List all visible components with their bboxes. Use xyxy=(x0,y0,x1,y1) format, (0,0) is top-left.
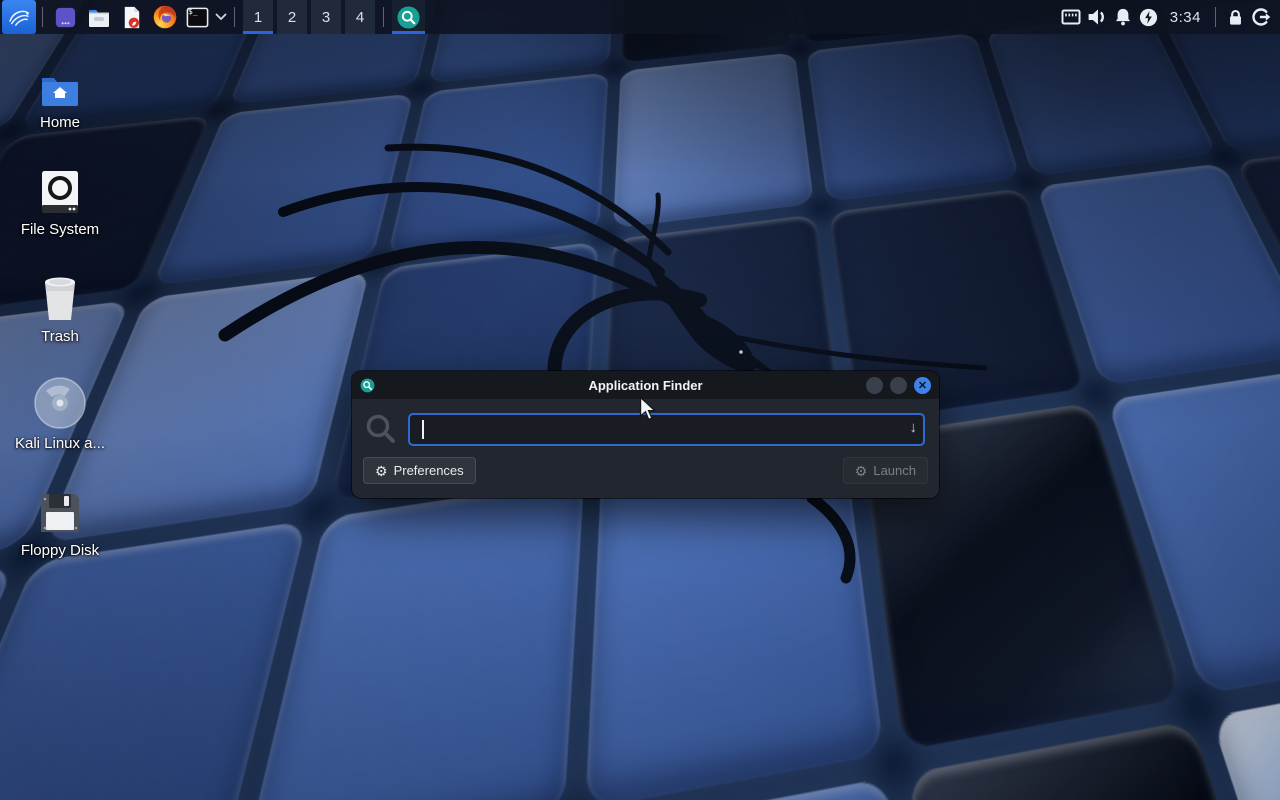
search-input[interactable] xyxy=(408,413,925,446)
hard-drive-icon xyxy=(39,169,81,215)
volume-icon xyxy=(1085,5,1109,29)
workspace-4[interactable]: 4 xyxy=(345,0,375,34)
logout-button[interactable] xyxy=(1248,0,1274,34)
clipboard-icon xyxy=(1060,6,1082,28)
gear-icon: ⚙ xyxy=(375,464,388,478)
desktop-icon-label: Trash xyxy=(41,328,79,345)
desktop-icon-home[interactable]: Home xyxy=(16,52,104,159)
kali-menu-icon xyxy=(6,4,32,30)
desktop-icon-file-system[interactable]: File System xyxy=(16,159,104,266)
clock[interactable]: 3:34 xyxy=(1162,0,1209,34)
maximize-button[interactable] xyxy=(890,377,907,394)
desktop-icon-floppy-disk[interactable]: Floppy Disk xyxy=(16,480,104,587)
terminal-prompt-glyph: $_ xyxy=(188,7,198,16)
close-button[interactable]: ✕ xyxy=(914,377,931,394)
launch-button[interactable]: ⚙ Launch xyxy=(843,457,928,484)
text-caret xyxy=(422,420,424,439)
terminal-dropdown-arrow[interactable] xyxy=(214,0,228,34)
desktop-icon-label: Home xyxy=(40,114,80,131)
workspace-2[interactable]: 2 xyxy=(277,0,307,34)
floppy-icon xyxy=(37,490,83,536)
desktop-icon-column: Home File System Trash xyxy=(16,52,104,587)
desktop-icon-label: Kali Linux a... xyxy=(15,435,105,452)
logout-icon xyxy=(1250,6,1272,28)
system-tray: 3:34 xyxy=(1058,0,1280,34)
kali-menu-button[interactable] xyxy=(2,0,36,34)
preferences-button[interactable]: ⚙ Preferences xyxy=(363,457,476,484)
chevron-down-icon xyxy=(215,13,227,21)
app-finder-window-icon xyxy=(360,378,375,393)
panel-separator xyxy=(1215,7,1216,27)
desktop-icon-trash[interactable]: Trash xyxy=(16,266,104,373)
workspace-1-label: 1 xyxy=(254,9,262,26)
bell-icon xyxy=(1112,6,1134,28)
desktop-screen: $_ 1 2 3 4 xyxy=(0,0,1280,800)
lock-icon xyxy=(1225,7,1246,28)
titlebar[interactable]: Application Finder ✕ xyxy=(352,371,939,399)
folder-icon xyxy=(86,4,112,30)
minimize-button[interactable] xyxy=(866,377,883,394)
panel-separator xyxy=(42,7,43,27)
panel-separator xyxy=(383,7,384,27)
magnifier-icon xyxy=(364,412,398,446)
launch-gear-icon: ⚙ xyxy=(855,464,868,478)
firefox-icon xyxy=(152,4,178,30)
workspace-2-label: 2 xyxy=(288,9,296,26)
desktop-icon-label: Floppy Disk xyxy=(21,542,99,559)
workspace-3-label: 3 xyxy=(322,9,330,26)
close-icon: ✕ xyxy=(918,379,927,392)
top-panel: $_ 1 2 3 4 xyxy=(0,0,1280,34)
lock-screen-button[interactable] xyxy=(1222,0,1248,34)
preferences-button-label: Preferences xyxy=(394,463,464,478)
launcher-terminal[interactable]: $_ xyxy=(181,0,214,34)
clipboard-tray-button[interactable] xyxy=(1058,0,1084,34)
application-finder-window: Application Finder ✕ ↓ ⚙ Preferences xyxy=(352,371,939,498)
home-folder-icon xyxy=(40,74,80,108)
volume-tray-button[interactable] xyxy=(1084,0,1110,34)
app-window-icon xyxy=(53,5,78,30)
app-finder-taskbar-button[interactable] xyxy=(392,0,425,34)
notifications-tray-button[interactable] xyxy=(1110,0,1136,34)
workspace-4-label: 4 xyxy=(356,9,364,26)
desktop-icon-label: File System xyxy=(21,221,99,238)
launcher-text-editor[interactable] xyxy=(115,0,148,34)
desktop-icon-kali-linux[interactable]: Kali Linux a... xyxy=(16,373,104,480)
document-edit-icon xyxy=(119,5,144,30)
launcher-file-manager[interactable] xyxy=(82,0,115,34)
window-title: Application Finder xyxy=(352,378,939,393)
panel-separator xyxy=(234,7,235,27)
launcher-firefox[interactable] xyxy=(148,0,181,34)
power-icon xyxy=(1138,7,1159,28)
disc-icon xyxy=(34,377,86,429)
app-finder-icon xyxy=(396,5,421,30)
power-manager-tray-button[interactable] xyxy=(1136,0,1162,34)
launch-button-label: Launch xyxy=(873,463,916,478)
workspace-1[interactable]: 1 xyxy=(243,0,273,34)
launcher-app-window[interactable] xyxy=(49,0,82,34)
workspace-3[interactable]: 3 xyxy=(311,0,341,34)
trash-icon xyxy=(38,274,82,322)
